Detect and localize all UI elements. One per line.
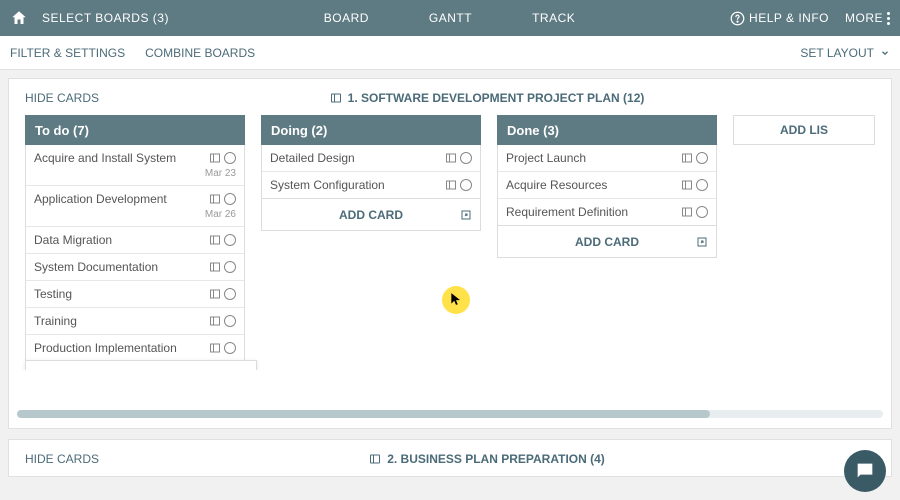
chat-icon xyxy=(854,460,876,482)
hide-cards-button[interactable]: HIDE CARDS xyxy=(25,91,99,105)
card-board-icon xyxy=(209,288,221,300)
add-list-button[interactable]: ADD LIS xyxy=(733,115,875,145)
set-layout-button[interactable]: SET LAYOUT xyxy=(800,46,890,60)
card[interactable]: Data Migration xyxy=(26,227,244,254)
card[interactable]: Training xyxy=(26,308,244,335)
card-board-icon xyxy=(445,152,457,164)
card-board-icon xyxy=(209,315,221,327)
add-card-button[interactable]: ADD CARD xyxy=(25,360,257,370)
set-layout-label: SET LAYOUT xyxy=(800,46,874,60)
status-circle-icon xyxy=(696,179,708,191)
open-icon xyxy=(696,236,708,248)
status-circle-icon xyxy=(224,342,236,354)
list-header-done[interactable]: Done (3) xyxy=(497,115,717,145)
card-board-icon xyxy=(445,179,457,191)
more-dots-icon xyxy=(887,12,890,25)
add-card-button[interactable]: ADD CARD xyxy=(497,226,717,258)
card[interactable]: Testing xyxy=(26,281,244,308)
scrollbar-thumb[interactable] xyxy=(17,410,710,418)
status-circle-icon xyxy=(696,152,708,164)
chevron-down-icon xyxy=(880,48,890,58)
board-title: 2. BUSINESS PLAN PREPARATION (4) xyxy=(99,452,875,466)
select-boards-button[interactable]: SELECT BOARDS (3) xyxy=(42,11,169,25)
card[interactable]: Acquire Resources xyxy=(498,172,716,199)
card-board-icon xyxy=(209,261,221,273)
tab-gantt[interactable]: GANTT xyxy=(429,11,472,25)
more-label: MORE xyxy=(845,11,883,25)
card-board-icon xyxy=(209,193,221,205)
list-header-doing[interactable]: Doing (2) xyxy=(261,115,481,145)
status-circle-icon xyxy=(696,206,708,218)
status-circle-icon xyxy=(224,234,236,246)
card-board-icon xyxy=(681,152,693,164)
card-date: Mar 23 xyxy=(34,168,236,179)
card-board-icon xyxy=(681,206,693,218)
tab-track[interactable]: TRACK xyxy=(532,11,575,25)
open-icon xyxy=(460,209,472,221)
board-icon xyxy=(369,453,381,465)
status-circle-icon xyxy=(460,179,472,191)
help-label: HELP & INFO xyxy=(749,11,829,25)
page-body: HIDE CARDS 1. SOFTWARE DEVELOPMENT PROJE… xyxy=(0,70,900,500)
filter-settings-button[interactable]: FILTER & SETTINGS xyxy=(10,46,125,60)
card[interactable]: System Documentation xyxy=(26,254,244,281)
status-circle-icon xyxy=(224,288,236,300)
tab-board[interactable]: BOARD xyxy=(324,11,369,25)
status-circle-icon xyxy=(224,315,236,327)
more-button[interactable]: MORE xyxy=(845,11,890,25)
card-board-icon xyxy=(681,179,693,191)
card[interactable]: Application Development Mar 26 xyxy=(26,186,244,227)
horizontal-scrollbar[interactable] xyxy=(17,410,883,418)
status-circle-icon xyxy=(224,152,236,164)
add-card-button[interactable]: ADD CARD xyxy=(261,199,481,231)
board-2: HIDE CARDS 2. BUSINESS PLAN PREPARATION … xyxy=(8,439,892,477)
card-board-icon xyxy=(209,342,221,354)
board-1: HIDE CARDS 1. SOFTWARE DEVELOPMENT PROJE… xyxy=(8,78,892,429)
status-circle-icon xyxy=(460,152,472,164)
status-circle-icon xyxy=(224,193,236,205)
card-board-icon xyxy=(209,152,221,164)
card[interactable]: Acquire and Install System Mar 23 xyxy=(26,145,244,186)
list-doing: Doing (2) Detailed Design S xyxy=(261,115,481,231)
list-done: Done (3) Project Launch Acq xyxy=(497,115,717,258)
help-button[interactable]: HELP & INFO xyxy=(730,11,829,26)
card[interactable]: Detailed Design xyxy=(262,145,480,172)
status-circle-icon xyxy=(224,261,236,273)
combine-boards-button[interactable]: COMBINE BOARDS xyxy=(145,46,255,60)
card[interactable]: Production Implementation xyxy=(26,335,244,361)
list-todo: To do (7) Acquire and Install System Mar… xyxy=(25,115,245,362)
board-title: 1. SOFTWARE DEVELOPMENT PROJECT PLAN (12… xyxy=(99,91,875,105)
chat-fab[interactable] xyxy=(844,450,886,492)
home-icon[interactable] xyxy=(10,9,28,27)
cursor-icon xyxy=(449,292,463,306)
card-board-icon xyxy=(209,234,221,246)
board-icon xyxy=(330,92,342,104)
hide-cards-button[interactable]: HIDE CARDS xyxy=(25,452,99,466)
list-header-todo[interactable]: To do (7) xyxy=(25,115,245,145)
card[interactable]: Requirement Definition xyxy=(498,199,716,225)
help-icon xyxy=(730,11,745,26)
sub-bar: FILTER & SETTINGS COMBINE BOARDS SET LAY… xyxy=(0,36,900,70)
top-bar: SELECT BOARDS (3) BOARD GANTT TRACK HELP… xyxy=(0,0,900,36)
card[interactable]: Project Launch xyxy=(498,145,716,172)
card[interactable]: System Configuration xyxy=(262,172,480,198)
card-date: Mar 26 xyxy=(34,209,236,220)
